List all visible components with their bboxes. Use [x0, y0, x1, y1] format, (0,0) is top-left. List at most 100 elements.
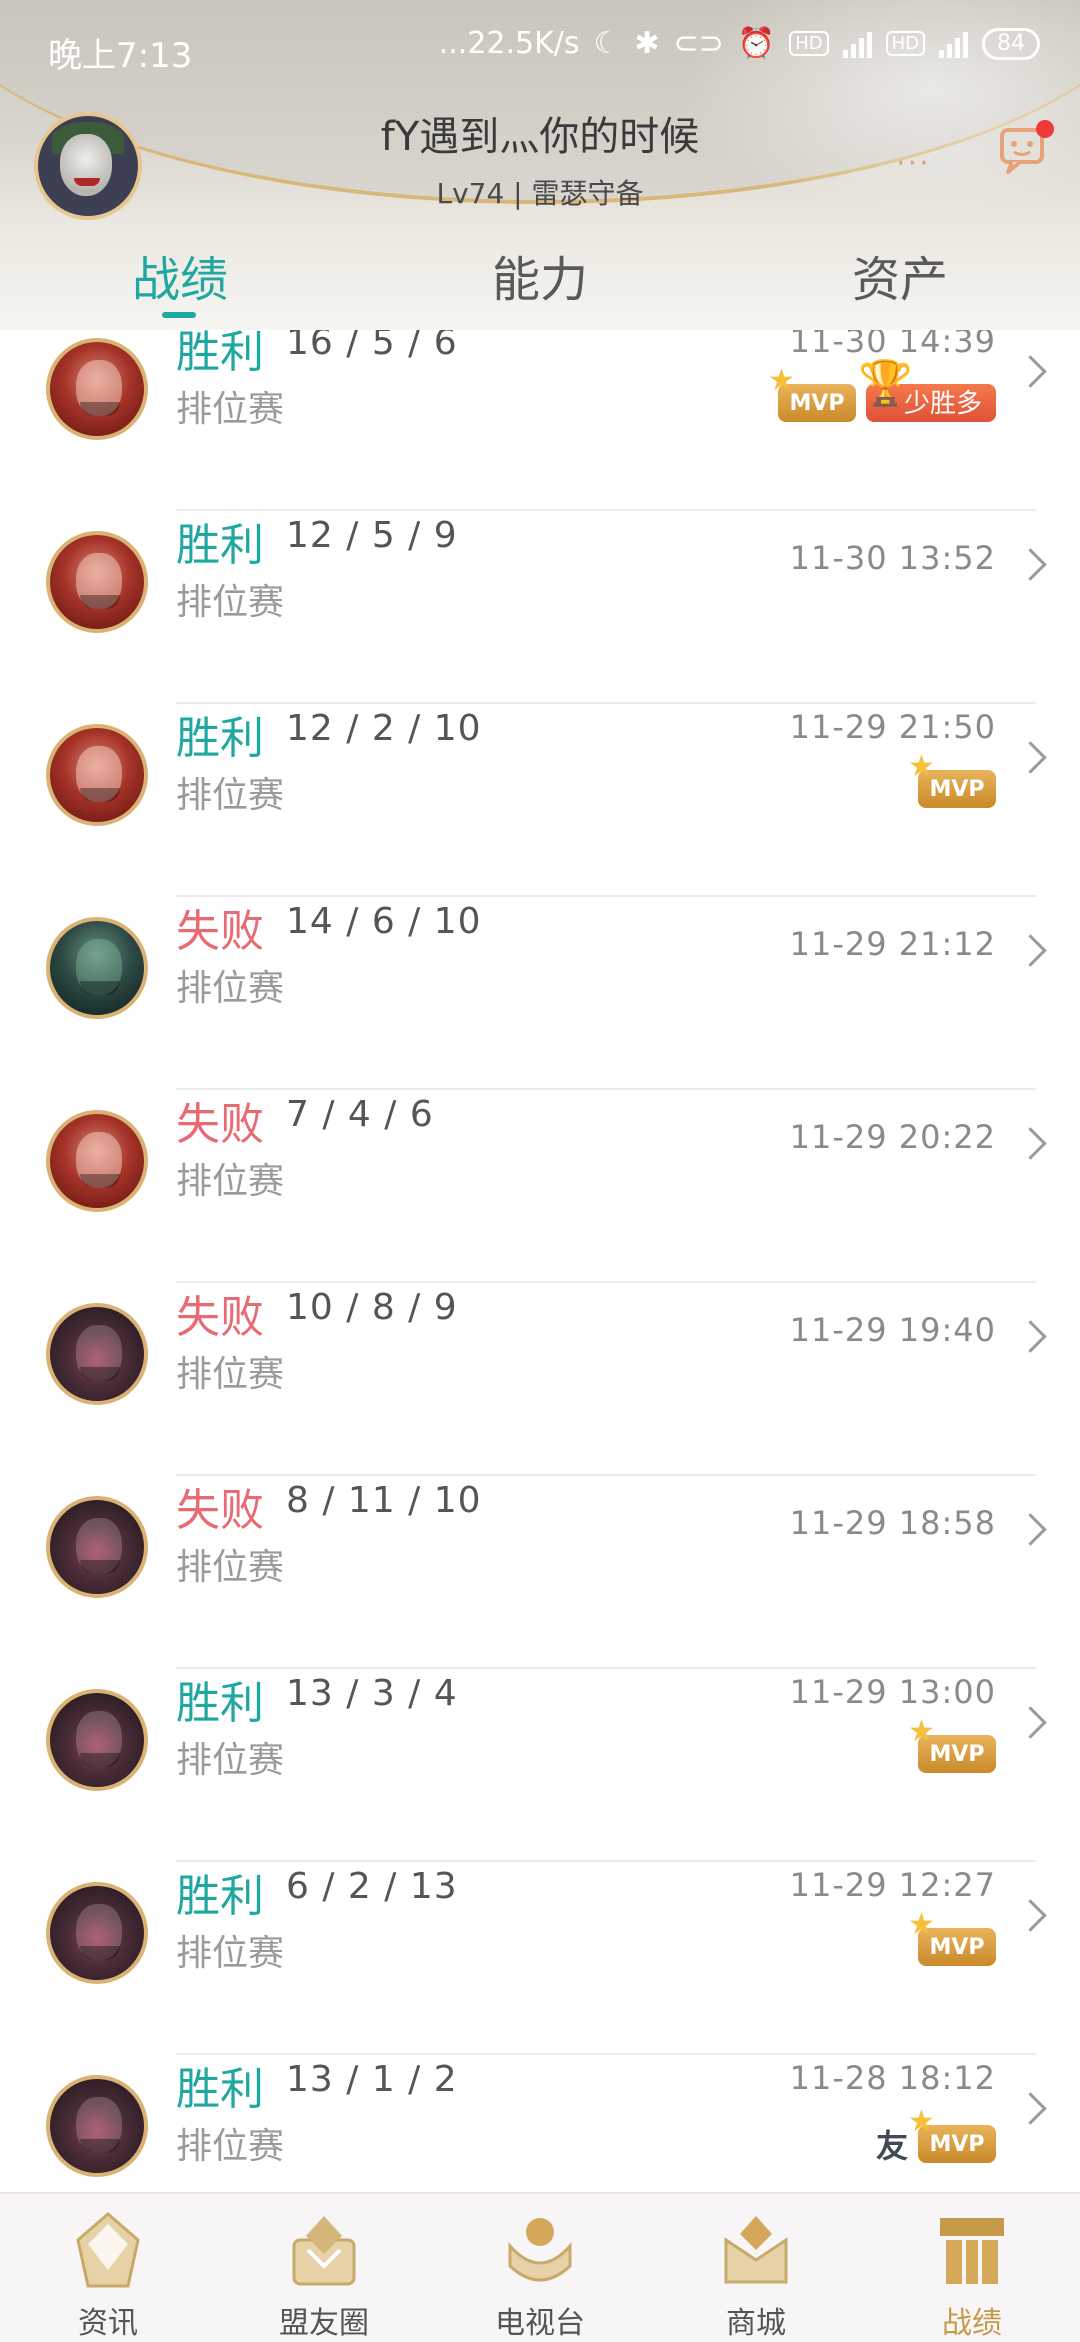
chevron-right-icon [1014, 1899, 1047, 1932]
match-kda: 7 / 4 / 6 [286, 1094, 434, 1135]
hd-badge-2: HD [885, 31, 925, 56]
battery-indicator: 84 [982, 27, 1040, 60]
match-time: 11-30 14:39 [789, 330, 996, 360]
crown-star-icon: ★ [908, 2104, 935, 2139]
crown-star-icon: ★ [908, 1714, 935, 1749]
record-icon [936, 2210, 1008, 2290]
match-row[interactable]: 胜利 12 / 5 / 9 排位赛 11-30 13:52 [0, 511, 1080, 704]
nav-label: 盟友圈 [279, 2306, 369, 2341]
match-mode: 排位赛 [176, 775, 285, 816]
match-row[interactable]: 胜利 6 / 2 / 13 排位赛 11-29 12:27 ★ MVP [0, 1862, 1080, 2055]
match-result: 胜利 [176, 330, 264, 378]
toggle-icon: ⊂⊃ [673, 26, 724, 61]
match-result: 胜利 [176, 713, 264, 764]
match-kda: 13 / 3 / 4 [286, 1673, 458, 1714]
mvp-badge: ★ MVP [768, 366, 856, 422]
comeback-label: 少胜多 [903, 389, 982, 419]
moon-icon: ☾ [593, 26, 621, 61]
hero-avatar [46, 2075, 148, 2177]
comeback-badge: 🏆 少胜多 [858, 362, 996, 422]
mvp-label: MVP [789, 391, 845, 416]
match-mode: 排位赛 [176, 1547, 285, 1588]
match-time: 11-29 12:27 [789, 1866, 996, 1904]
match-list[interactable]: 胜利 16 / 5 / 6 排位赛 11-30 14:39 ★ MVP 🏆 少胜多 胜… [0, 330, 1080, 2192]
nav-item-friends[interactable]: 盟友圈 [216, 2194, 432, 2342]
friends-icon [288, 2210, 360, 2290]
status-bar: 晚上7:13 ...22.5K/s ☾ ✱ ⊂⊃ ⏰ HD HD 84 [0, 0, 1080, 96]
crown-star-icon: ★ [908, 749, 935, 784]
hero-avatar [46, 338, 148, 440]
match-time: 11-29 20:22 [789, 1118, 996, 1156]
nav-item-shop[interactable]: 商城 [648, 2194, 864, 2342]
tv-icon [504, 2210, 576, 2290]
nav-label: 战绩 [942, 2306, 1002, 2341]
mvp-label: MVP [929, 2132, 985, 2157]
match-kda: 6 / 2 / 13 [286, 1866, 458, 1907]
mvp-label: MVP [929, 1935, 985, 1960]
nav-label: 电视台 [495, 2306, 585, 2341]
badge-group: ★ MVP [908, 1910, 996, 1966]
chevron-right-icon [1014, 741, 1047, 774]
match-row[interactable]: 失败 7 / 4 / 6 排位赛 11-29 20:22 [0, 1090, 1080, 1283]
match-time: 11-29 13:00 [789, 1673, 996, 1711]
match-mode: 排位赛 [176, 389, 285, 430]
crown-star-icon: ★ [767, 363, 795, 398]
crown-star-icon: ★ [908, 1907, 935, 1942]
tab-record[interactable]: 战绩 [30, 240, 330, 310]
alarm-icon: ⏰ [737, 26, 776, 61]
nav-item-news[interactable]: 资讯 [0, 2194, 216, 2342]
match-result: 胜利 [176, 1678, 264, 1729]
chevron-right-icon [1014, 1127, 1047, 1160]
nav-item-tv[interactable]: 电视台 [432, 2194, 648, 2342]
network-speed: ...22.5K/s [438, 26, 580, 61]
chevron-right-icon [1014, 2092, 1047, 2125]
match-kda: 12 / 5 / 9 [286, 515, 458, 556]
match-time: 11-29 19:40 [789, 1311, 996, 1349]
mvp-label: MVP [929, 777, 985, 802]
match-mode: 排位赛 [176, 582, 285, 623]
badge-group: ★ MVP [908, 1717, 996, 1773]
tab-assets[interactable]: 资产 [750, 240, 1050, 310]
tab-ability[interactable]: 能力 [390, 240, 690, 310]
match-row[interactable]: 胜利 13 / 1 / 2 排位赛 11-28 18:12 友 ★ MVP [0, 2055, 1080, 2192]
status-time: 晚上7:13 [48, 36, 193, 76]
match-kda: 12 / 2 / 10 [286, 708, 482, 749]
match-kda: 13 / 1 / 2 [286, 2059, 458, 2100]
notification-dot [1036, 120, 1054, 138]
nav-item-record[interactable]: 战绩 [864, 2194, 1080, 2342]
match-mode: 排位赛 [176, 1740, 285, 1781]
hero-avatar [46, 1882, 148, 1984]
chevron-right-icon [1014, 934, 1047, 967]
match-kda: 14 / 6 / 10 [286, 901, 482, 942]
match-kda: 8 / 11 / 10 [286, 1480, 482, 1521]
match-row[interactable]: 胜利 12 / 2 / 10 排位赛 11-29 21:50 ★ MVP [0, 704, 1080, 897]
match-result: 失败 [176, 906, 264, 957]
tab-bar: 战绩 能力 资产 [0, 230, 1080, 330]
match-row[interactable]: 失败 10 / 8 / 9 排位赛 11-29 19:40 [0, 1283, 1080, 1476]
match-time: 11-29 21:12 [789, 925, 996, 963]
match-row[interactable]: 失败 8 / 11 / 10 排位赛 11-29 18:58 [0, 1476, 1080, 1669]
hero-avatar [46, 1496, 148, 1598]
match-result: 失败 [176, 1292, 264, 1343]
mvp-badge: ★ MVP [908, 752, 996, 808]
hero-avatar [46, 1689, 148, 1791]
tab-active-indicator [162, 312, 196, 318]
signal-icon-2 [939, 30, 968, 58]
chevron-right-icon [1014, 548, 1047, 581]
match-result: 胜利 [176, 1871, 264, 1922]
nav-label: 商城 [726, 2306, 786, 2341]
match-row[interactable]: 失败 14 / 6 / 10 排位赛 11-29 21:12 [0, 897, 1080, 1090]
match-mode: 排位赛 [176, 2126, 285, 2167]
match-mode: 排位赛 [176, 1933, 285, 1974]
match-time: 11-29 18:58 [789, 1504, 996, 1542]
match-time: 11-30 13:52 [789, 539, 996, 577]
more-dots-icon[interactable]: ··· [896, 146, 931, 181]
match-row[interactable]: 胜利 13 / 3 / 4 排位赛 11-29 13:00 ★ MVP [0, 1669, 1080, 1862]
match-result: 失败 [176, 1099, 264, 1150]
match-row[interactable]: 胜利 16 / 5 / 6 排位赛 11-30 14:39 ★ MVP 🏆 少胜多 [0, 330, 1080, 511]
mvp-label: MVP [929, 1742, 985, 1767]
news-icon [72, 2210, 144, 2290]
match-kda: 10 / 8 / 9 [286, 1287, 458, 1328]
match-result: 胜利 [176, 2064, 264, 2115]
status-icons: ...22.5K/s ☾ ✱ ⊂⊃ ⏰ HD HD 84 [439, 26, 1040, 61]
